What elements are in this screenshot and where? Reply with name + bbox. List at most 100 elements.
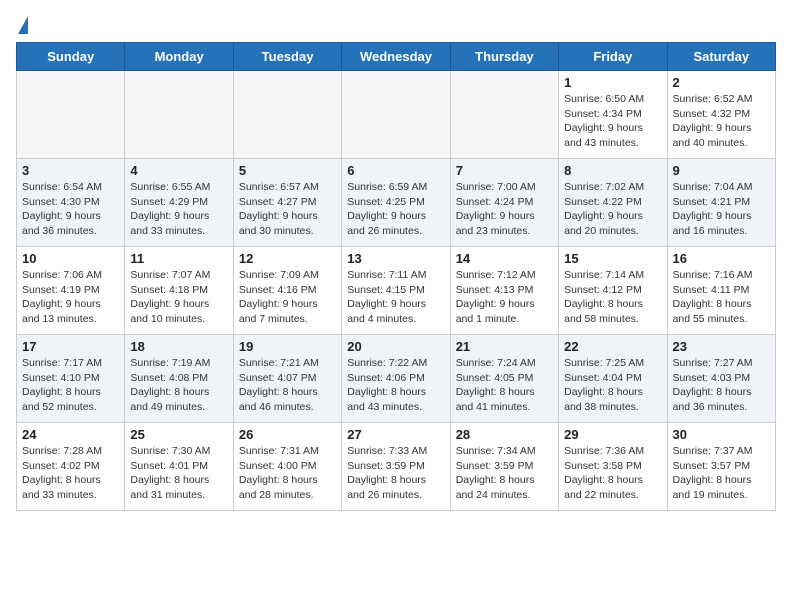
calendar-week-4: 17 Sunrise: 7:17 AM Sunset: 4:10 PM Dayli… <box>17 335 776 423</box>
day-number: 14 <box>456 251 553 266</box>
calendar-week-2: 3 Sunrise: 6:54 AM Sunset: 4:30 PM Daylig… <box>17 159 776 247</box>
day-number: 5 <box>239 163 336 178</box>
day-number: 18 <box>130 339 227 354</box>
calendar-cell: 9 Sunrise: 7:04 AM Sunset: 4:21 PM Daylig… <box>667 159 775 247</box>
day-info: Sunrise: 7:19 AM Sunset: 4:08 PM Dayligh… <box>130 356 227 415</box>
calendar-week-5: 24 Sunrise: 7:28 AM Sunset: 4:02 PM Dayli… <box>17 423 776 511</box>
calendar-cell <box>342 71 450 159</box>
day-number: 28 <box>456 427 553 442</box>
day-info: Sunrise: 6:59 AM Sunset: 4:25 PM Dayligh… <box>347 180 444 239</box>
day-info: Sunrise: 7:27 AM Sunset: 4:03 PM Dayligh… <box>673 356 770 415</box>
calendar-cell: 28 Sunrise: 7:34 AM Sunset: 3:59 PM Dayli… <box>450 423 558 511</box>
calendar-cell: 20Sunrise: 7:22 AM Sunset: 4:06 PM Dayli… <box>342 335 450 423</box>
calendar-cell: 13 Sunrise: 7:11 AM Sunset: 4:15 PM Dayli… <box>342 247 450 335</box>
weekday-header-wednesday: Wednesday <box>342 43 450 71</box>
day-number: 11 <box>130 251 227 266</box>
day-info: Sunrise: 7:31 AM Sunset: 4:00 PM Dayligh… <box>239 444 336 503</box>
day-number: 21 <box>456 339 553 354</box>
day-number: 29 <box>564 427 661 442</box>
day-number: 6 <box>347 163 444 178</box>
calendar-cell: 3 Sunrise: 6:54 AM Sunset: 4:30 PM Daylig… <box>17 159 125 247</box>
day-info: Sunrise: 7:33 AM Sunset: 3:59 PM Dayligh… <box>347 444 444 503</box>
calendar-week-3: 10 Sunrise: 7:06 AM Sunset: 4:19 PM Dayli… <box>17 247 776 335</box>
day-number: 10 <box>22 251 119 266</box>
day-info: Sunrise: 7:04 AM Sunset: 4:21 PM Dayligh… <box>673 180 770 239</box>
day-number: 12 <box>239 251 336 266</box>
calendar-cell <box>233 71 341 159</box>
day-info: Sunrise: 7:37 AM Sunset: 3:57 PM Dayligh… <box>673 444 770 503</box>
calendar-cell: 1 Sunrise: 6:50 AM Sunset: 4:34 PM Daylig… <box>559 71 667 159</box>
weekday-header-row: SundayMondayTuesdayWednesdayThursdayFrid… <box>17 43 776 71</box>
weekday-header-tuesday: Tuesday <box>233 43 341 71</box>
calendar-cell: 14 Sunrise: 7:12 AM Sunset: 4:13 PM Dayli… <box>450 247 558 335</box>
weekday-header-friday: Friday <box>559 43 667 71</box>
calendar-cell: 5Sunrise: 6:57 AM Sunset: 4:27 PM Daylig… <box>233 159 341 247</box>
calendar-cell: 8 Sunrise: 7:02 AM Sunset: 4:22 PM Daylig… <box>559 159 667 247</box>
day-info: Sunrise: 6:55 AM Sunset: 4:29 PM Dayligh… <box>130 180 227 239</box>
weekday-header-sunday: Sunday <box>17 43 125 71</box>
calendar-cell: 4 Sunrise: 6:55 AM Sunset: 4:29 PM Daylig… <box>125 159 233 247</box>
day-number: 7 <box>456 163 553 178</box>
logo-triangle-icon <box>18 16 28 34</box>
calendar-cell: 27Sunrise: 7:33 AM Sunset: 3:59 PM Dayli… <box>342 423 450 511</box>
calendar-cell: 25 Sunrise: 7:30 AM Sunset: 4:01 PM Dayli… <box>125 423 233 511</box>
calendar-cell: 18 Sunrise: 7:19 AM Sunset: 4:08 PM Dayli… <box>125 335 233 423</box>
day-number: 22 <box>564 339 661 354</box>
calendar-cell: 19Sunrise: 7:21 AM Sunset: 4:07 PM Dayli… <box>233 335 341 423</box>
calendar-cell: 2 Sunrise: 6:52 AM Sunset: 4:32 PM Daylig… <box>667 71 775 159</box>
page-header <box>16 16 776 34</box>
day-info: Sunrise: 6:54 AM Sunset: 4:30 PM Dayligh… <box>22 180 119 239</box>
day-info: Sunrise: 7:28 AM Sunset: 4:02 PM Dayligh… <box>22 444 119 503</box>
weekday-header-monday: Monday <box>125 43 233 71</box>
calendar-cell: 16 Sunrise: 7:16 AM Sunset: 4:11 PM Dayli… <box>667 247 775 335</box>
day-number: 30 <box>673 427 770 442</box>
calendar-cell: 11Sunrise: 7:07 AM Sunset: 4:18 PM Dayli… <box>125 247 233 335</box>
day-info: Sunrise: 7:12 AM Sunset: 4:13 PM Dayligh… <box>456 268 553 327</box>
day-info: Sunrise: 7:14 AM Sunset: 4:12 PM Dayligh… <box>564 268 661 327</box>
day-number: 25 <box>130 427 227 442</box>
day-number: 9 <box>673 163 770 178</box>
calendar-cell: 23 Sunrise: 7:27 AM Sunset: 4:03 PM Dayli… <box>667 335 775 423</box>
day-info: Sunrise: 7:17 AM Sunset: 4:10 PM Dayligh… <box>22 356 119 415</box>
day-info: Sunrise: 6:50 AM Sunset: 4:34 PM Dayligh… <box>564 92 661 151</box>
calendar-table: SundayMondayTuesdayWednesdayThursdayFrid… <box>16 42 776 511</box>
day-info: Sunrise: 7:36 AM Sunset: 3:58 PM Dayligh… <box>564 444 661 503</box>
day-info: Sunrise: 7:16 AM Sunset: 4:11 PM Dayligh… <box>673 268 770 327</box>
calendar-cell: 30 Sunrise: 7:37 AM Sunset: 3:57 PM Dayli… <box>667 423 775 511</box>
day-number: 15 <box>564 251 661 266</box>
day-number: 3 <box>22 163 119 178</box>
day-number: 8 <box>564 163 661 178</box>
calendar-cell: 26 Sunrise: 7:31 AM Sunset: 4:00 PM Dayli… <box>233 423 341 511</box>
day-info: Sunrise: 7:02 AM Sunset: 4:22 PM Dayligh… <box>564 180 661 239</box>
calendar-cell: 21Sunrise: 7:24 AM Sunset: 4:05 PM Dayli… <box>450 335 558 423</box>
day-info: Sunrise: 7:06 AM Sunset: 4:19 PM Dayligh… <box>22 268 119 327</box>
day-info: Sunrise: 7:09 AM Sunset: 4:16 PM Dayligh… <box>239 268 336 327</box>
calendar-cell: 17 Sunrise: 7:17 AM Sunset: 4:10 PM Dayli… <box>17 335 125 423</box>
calendar-cell: 7Sunrise: 7:00 AM Sunset: 4:24 PM Daylig… <box>450 159 558 247</box>
day-number: 2 <box>673 75 770 90</box>
day-number: 4 <box>130 163 227 178</box>
day-number: 17 <box>22 339 119 354</box>
day-info: Sunrise: 7:30 AM Sunset: 4:01 PM Dayligh… <box>130 444 227 503</box>
day-info: Sunrise: 7:25 AM Sunset: 4:04 PM Dayligh… <box>564 356 661 415</box>
calendar-cell: 15 Sunrise: 7:14 AM Sunset: 4:12 PM Dayli… <box>559 247 667 335</box>
day-info: Sunrise: 7:11 AM Sunset: 4:15 PM Dayligh… <box>347 268 444 327</box>
day-info: Sunrise: 6:52 AM Sunset: 4:32 PM Dayligh… <box>673 92 770 151</box>
day-number: 1 <box>564 75 661 90</box>
weekday-header-thursday: Thursday <box>450 43 558 71</box>
weekday-header-saturday: Saturday <box>667 43 775 71</box>
calendar-cell: 10 Sunrise: 7:06 AM Sunset: 4:19 PM Dayli… <box>17 247 125 335</box>
day-info: Sunrise: 7:21 AM Sunset: 4:07 PM Dayligh… <box>239 356 336 415</box>
day-info: Sunrise: 7:34 AM Sunset: 3:59 PM Dayligh… <box>456 444 553 503</box>
day-number: 23 <box>673 339 770 354</box>
day-number: 20 <box>347 339 444 354</box>
calendar-cell <box>125 71 233 159</box>
calendar-cell <box>450 71 558 159</box>
day-number: 24 <box>22 427 119 442</box>
day-number: 16 <box>673 251 770 266</box>
logo <box>16 16 28 34</box>
day-number: 26 <box>239 427 336 442</box>
day-number: 13 <box>347 251 444 266</box>
calendar-cell: 24 Sunrise: 7:28 AM Sunset: 4:02 PM Dayli… <box>17 423 125 511</box>
calendar-cell: 29 Sunrise: 7:36 AM Sunset: 3:58 PM Dayli… <box>559 423 667 511</box>
